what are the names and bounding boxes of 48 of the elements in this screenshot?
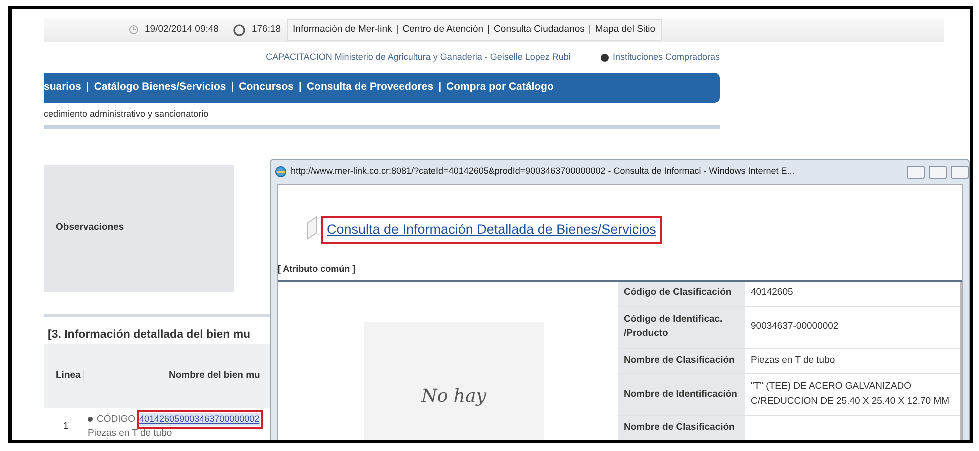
code-link[interactable]: 401426059003463700000002: [140, 412, 260, 426]
top-link[interactable]: Consulta Ciudadanos: [494, 22, 585, 38]
separator-text: |: [438, 80, 442, 95]
attribute-label: Nombre de Clasificación: [618, 348, 745, 374]
clock-icon: [129, 25, 139, 35]
user-info: CAPACITACION Ministerio de Agricultura y Ganaderia - Geiselle Lopez Rubi: [266, 51, 571, 64]
column-header: Nombre del bien mu: [169, 369, 260, 384]
maximize-button[interactable]: [929, 166, 947, 178]
timer-icon: [232, 24, 246, 36]
separator-text: |: [396, 22, 399, 37]
browser-icon: [275, 166, 287, 178]
separator-text: |: [299, 80, 302, 95]
top-link[interactable]: Mapa del Sitio: [595, 22, 656, 38]
window-title: http://www.mer-link.co.cr:8081/?cateId=40142605&prodId=9003463700000002 - Consulta de Informaci - Windows Internet E...: [291, 165, 796, 178]
nav-link-item[interactable]: Catálogo Bienes/Servicios: [94, 80, 226, 96]
top-link[interactable]: Centro de Atención: [402, 22, 484, 38]
bullet-icon: [88, 417, 93, 422]
attribute-label: Nombre de Clasificación: [618, 416, 745, 440]
attribute-label: Nombre de Identificación: [618, 374, 745, 416]
separator-text: |: [588, 22, 592, 37]
session-timer: 176:18: [252, 22, 282, 37]
nav-link-item[interactable]: Compra por Catálogo: [446, 80, 554, 96]
institutions-link[interactable]: Instituciones Compradoras: [612, 51, 720, 64]
no-image-text: No hay: [422, 384, 486, 408]
separator-text: |: [86, 80, 90, 95]
attribute-value: "T" (TEE) DE ACERO GALVANIZADO C/REDUCCION DE 25.40 X 25.40 X 12.70 MM: [745, 374, 961, 416]
attribute-label: Código de Clasificación: [618, 282, 745, 306]
attribute-label: Código de Identificac. /Producto: [618, 306, 745, 348]
code-label: CÓDIGO: [97, 412, 136, 426]
nav-link-item[interactable]: Concursos: [239, 80, 294, 96]
attribute-value: Piezas en T de tubo: [745, 348, 961, 374]
breadcrumb-text: cedimiento administrativo y sancionatorio: [44, 102, 720, 129]
attribute-value: 90034637-00000002: [745, 306, 961, 348]
minimize-button[interactable]: [907, 166, 925, 178]
separator-text: |: [488, 22, 490, 37]
observations-label: Observaciones: [56, 221, 124, 236]
nav-link-item[interactable]: suarios: [44, 80, 82, 96]
top-link[interactable]: Información de Mer-link: [293, 22, 392, 38]
attribute-value: 40142605: [745, 282, 961, 306]
separator-text: |: [231, 80, 234, 95]
heading-link[interactable]: Consulta de Información Detallada de Bienes/Servicios: [324, 218, 660, 241]
product-name: Piezas en T de tubo: [88, 426, 174, 440]
date-time: 19/02/2014 09:48: [145, 22, 219, 37]
column-header: Linea: [44, 369, 84, 384]
info-icon: [600, 54, 609, 62]
close-button[interactable]: [951, 166, 969, 178]
nav-link-item[interactable]: Consulta de Proveedores: [306, 80, 434, 96]
line-number: 1: [62, 420, 70, 434]
